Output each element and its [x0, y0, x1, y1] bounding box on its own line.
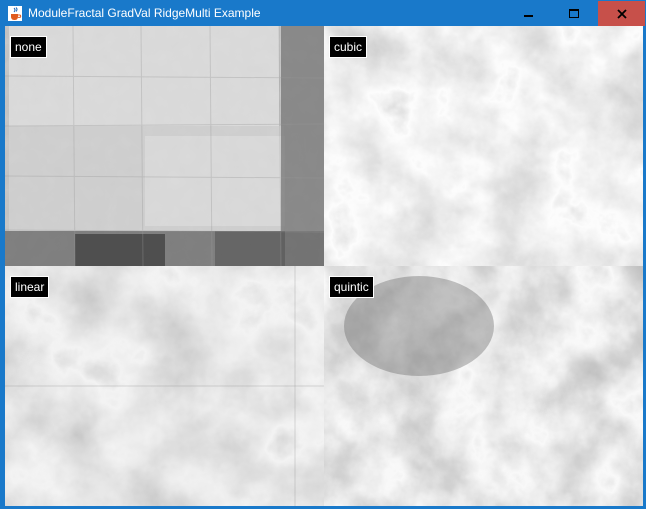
noise-panel-quintic: quintic	[324, 266, 643, 506]
window-title: ModuleFractal GradVal RidgeMulti Example	[28, 6, 261, 20]
panel-label-quintic: quintic	[329, 276, 374, 298]
close-button[interactable]	[598, 1, 645, 26]
minimize-icon	[523, 15, 533, 17]
noise-panel-linear: linear	[5, 266, 324, 506]
java-cup-icon	[8, 6, 22, 21]
maximize-icon	[569, 9, 579, 18]
panel-label-cubic: cubic	[329, 36, 368, 58]
panel-label-none: none	[10, 36, 47, 58]
title-bar[interactable]: ModuleFractal GradVal RidgeMulti Example	[1, 1, 645, 26]
noise-image-linear	[5, 266, 324, 506]
noise-image-quintic	[324, 266, 643, 506]
maximize-button[interactable]	[551, 1, 597, 26]
noise-image-none	[5, 26, 324, 266]
panel-label-linear: linear	[10, 276, 50, 298]
noise-image-cubic	[324, 26, 643, 266]
close-icon	[616, 8, 627, 19]
noise-panel-none: none	[5, 26, 324, 266]
minimize-button[interactable]	[505, 1, 551, 26]
noise-panel-cubic: cubic	[324, 26, 643, 266]
noise-canvas-area: none cubic linear quintic	[5, 26, 643, 506]
application-window: ModuleFractal GradVal RidgeMulti Example	[0, 0, 646, 509]
